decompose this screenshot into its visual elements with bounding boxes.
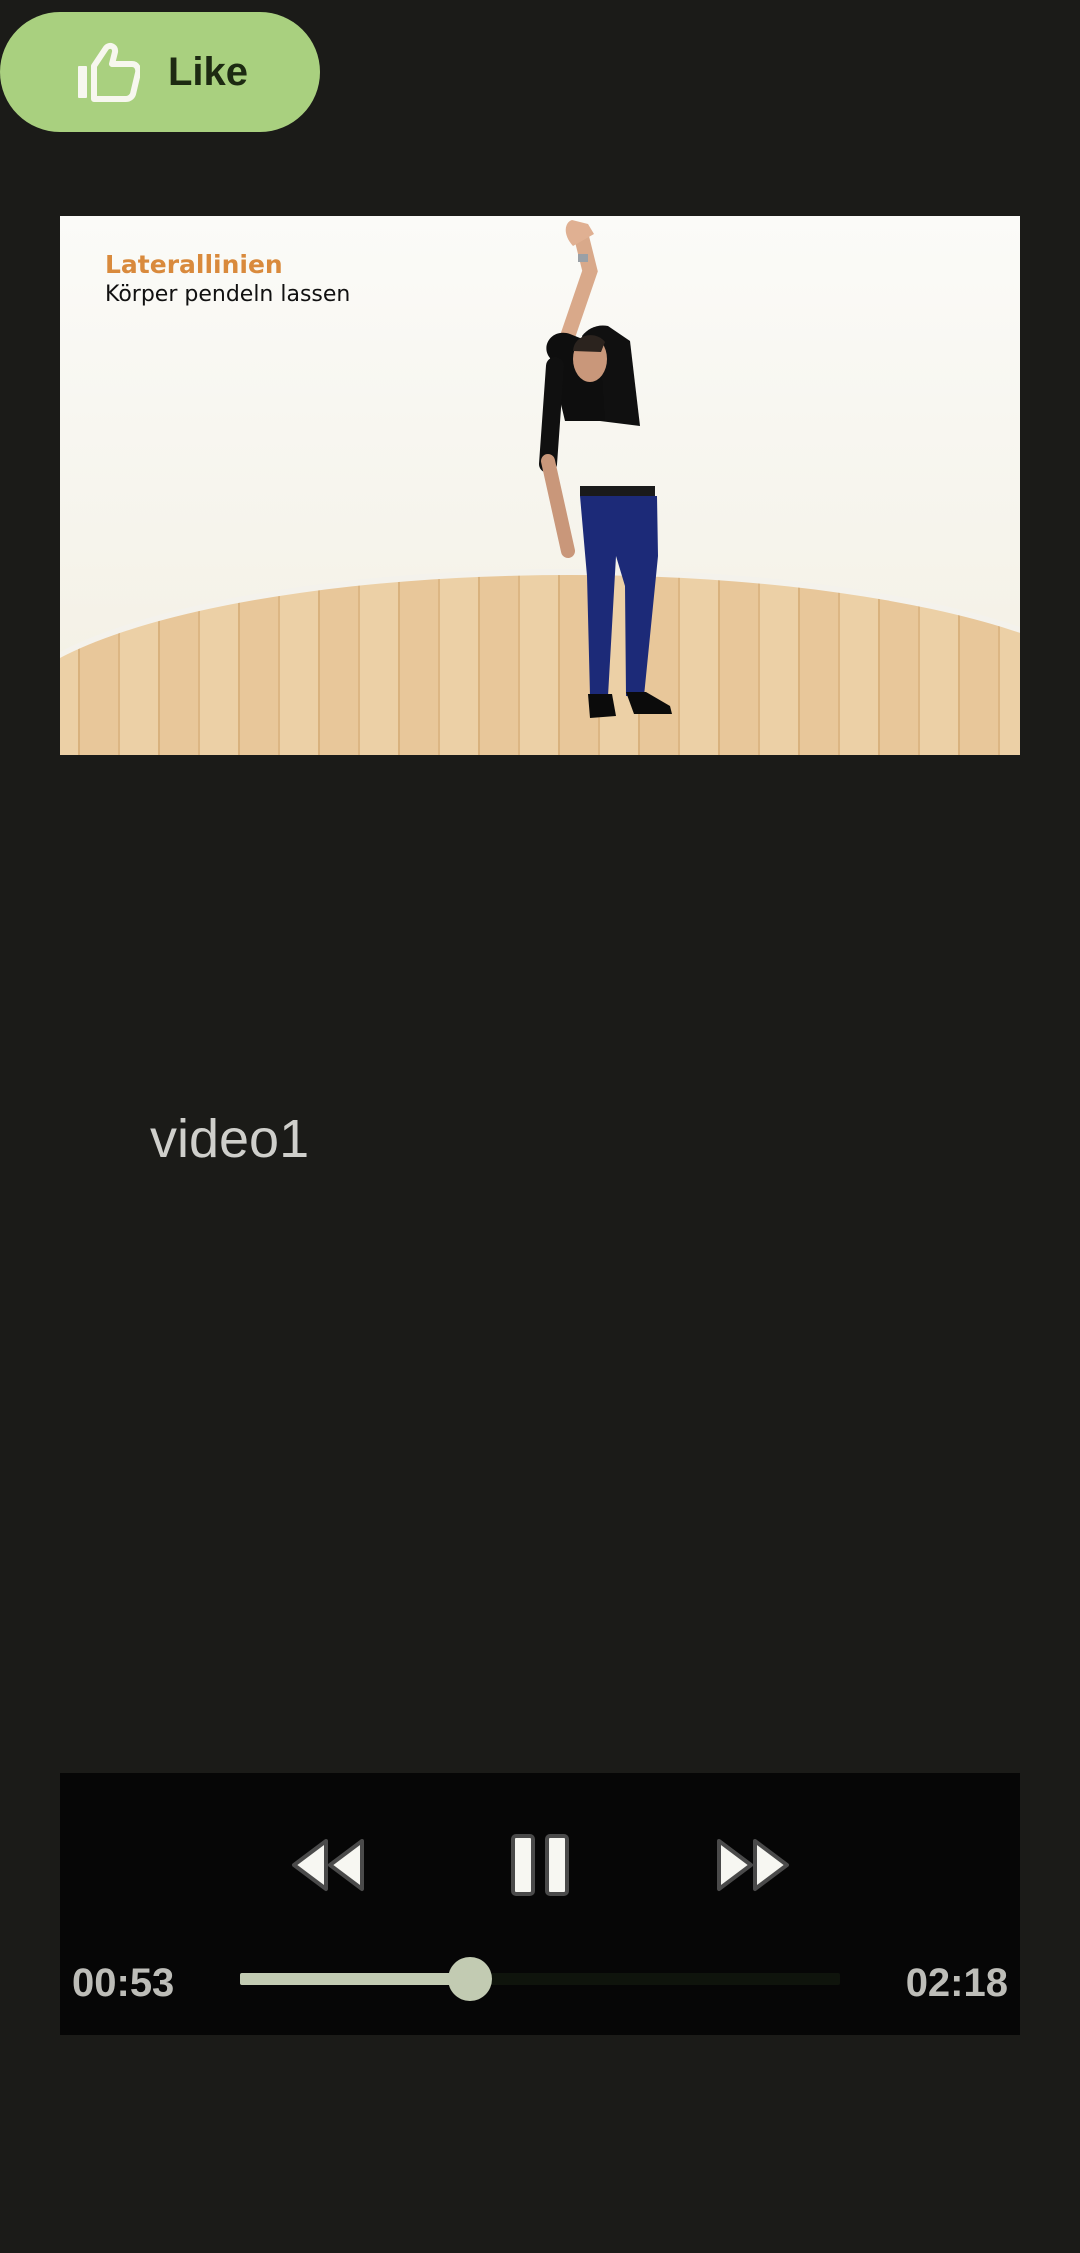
video-frame[interactable]: Laterallinien Körper pendeln lassen: [60, 216, 1020, 755]
seek-bar[interactable]: [240, 1957, 840, 2001]
duration-time: 02:18: [905, 1961, 1008, 2005]
rewind-icon[interactable]: [290, 1835, 366, 1895]
thumbs-up-icon: [78, 42, 140, 102]
player-controls: 00:53 02:18: [60, 1773, 1020, 2035]
like-label: Like: [168, 49, 249, 94]
video-person-figure: [539, 220, 672, 718]
seek-progress: [240, 1973, 471, 1985]
current-time: 00:53: [72, 1961, 175, 2005]
video-title: video1: [150, 1109, 310, 1169]
seek-thumb[interactable]: [448, 1957, 493, 2001]
pause-icon[interactable]: [510, 1833, 570, 1897]
like-button[interactable]: Like: [0, 12, 320, 132]
fast-forward-icon[interactable]: [715, 1835, 791, 1895]
screen: Like Laterallinien Körper pendeln lassen: [0, 0, 1080, 2253]
